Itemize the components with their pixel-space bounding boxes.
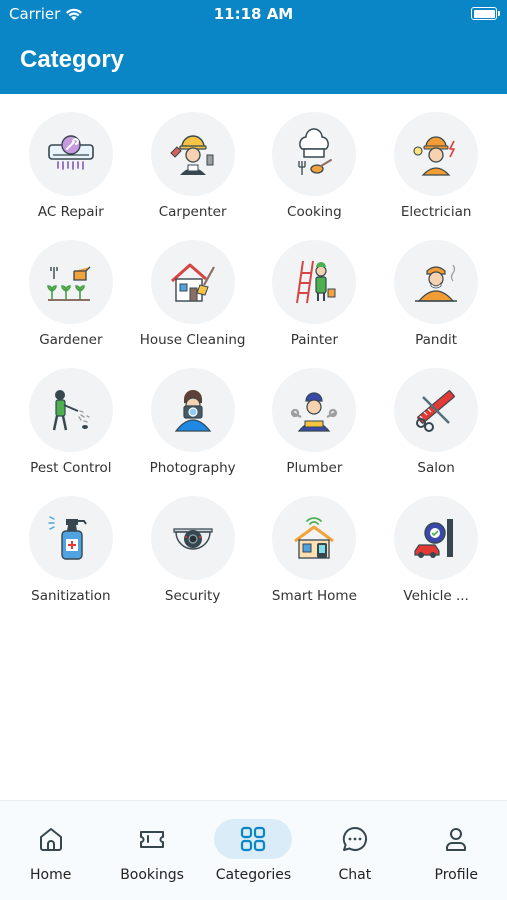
carpenter-icon: [169, 135, 214, 175]
category-label: Pest Control: [30, 460, 112, 476]
tab-label: Home: [30, 867, 72, 883]
category-label: Painter: [290, 332, 338, 348]
tab-label: Bookings: [120, 867, 184, 883]
category-carpenter[interactable]: Carpenter: [132, 112, 254, 224]
category-painter[interactable]: Painter: [254, 240, 376, 352]
tab-home[interactable]: Home: [0, 801, 101, 900]
pandit-icon: [415, 264, 458, 302]
sanitization-icon: [48, 516, 87, 560]
status-bar: Carrier 11:18 AM: [0, 0, 507, 28]
category-label: Gardener: [39, 332, 103, 348]
tab-categories[interactable]: Categories: [203, 801, 304, 900]
bottom-tab-bar: Home Bookings Categories Chat Profile: [0, 800, 507, 900]
category-pandit[interactable]: Pandit: [375, 240, 497, 352]
category-label: Electrician: [400, 204, 472, 220]
category-photography[interactable]: Photography: [132, 368, 254, 480]
category-label: Security: [164, 588, 221, 604]
house-cleaning-icon: [170, 263, 215, 302]
app-bar: Category: [0, 28, 507, 94]
tab-label: Categories: [215, 867, 292, 883]
category-label: Photography: [149, 460, 236, 476]
category-sanitization[interactable]: Sanitization: [10, 496, 132, 608]
category-plumber[interactable]: Plumber: [254, 368, 376, 480]
person-icon: [446, 828, 467, 851]
plumber-icon: [291, 392, 338, 432]
tab-bookings[interactable]: Bookings: [101, 801, 202, 900]
category-ac-repair[interactable]: AC Repair: [10, 112, 132, 224]
tab-chat[interactable]: Chat: [304, 801, 405, 900]
photography-icon: [174, 390, 211, 432]
grid-icon: [241, 826, 266, 852]
painter-icon: [296, 260, 336, 304]
smart-home-icon: [294, 517, 335, 559]
pest-control-icon: [52, 390, 90, 431]
category-label: Sanitization: [31, 588, 111, 604]
vehicle-service-icon: [414, 519, 454, 558]
category-smart-home[interactable]: Smart Home: [254, 496, 376, 608]
battery-icon: [471, 7, 500, 20]
ticket-icon: [140, 831, 165, 848]
tab-label: Profile: [434, 867, 479, 883]
security-camera-icon: [173, 528, 213, 550]
tab-label: Chat: [338, 867, 372, 883]
category-label: Pandit: [415, 332, 458, 348]
ac-repair-icon: [48, 135, 94, 170]
tab-profile[interactable]: Profile: [406, 801, 507, 900]
category-grid: AC Repair Carpenter Cooking Electrician …: [10, 112, 497, 608]
category-pest-control[interactable]: Pest Control: [10, 368, 132, 480]
category-label: Cooking: [287, 204, 342, 220]
category-cooking[interactable]: Cooking: [254, 112, 376, 224]
category-label: House Cleaning: [139, 332, 246, 348]
clock: 11:18 AM: [213, 5, 294, 23]
category-vehicle[interactable]: Vehicle ...: [375, 496, 497, 608]
category-salon[interactable]: Salon: [375, 368, 497, 480]
category-label: Salon: [417, 460, 455, 476]
category-security[interactable]: Security: [132, 496, 254, 608]
category-label: Vehicle ...: [403, 588, 469, 604]
category-electrician[interactable]: Electrician: [375, 112, 497, 224]
category-label: Plumber: [286, 460, 343, 476]
category-house-cleaning[interactable]: House Cleaning: [132, 240, 254, 352]
gardener-icon: [47, 266, 91, 301]
cooking-icon: [298, 128, 333, 175]
chat-bubble-icon: [342, 826, 367, 851]
salon-icon: [416, 390, 455, 432]
category-label: AC Repair: [37, 204, 104, 220]
home-icon: [39, 828, 62, 851]
category-label: Smart Home: [271, 588, 357, 604]
category-label: Carpenter: [158, 204, 227, 220]
page-title: Category: [20, 46, 125, 73]
electrician-icon: [413, 136, 455, 176]
category-gardener[interactable]: Gardener: [10, 240, 132, 352]
